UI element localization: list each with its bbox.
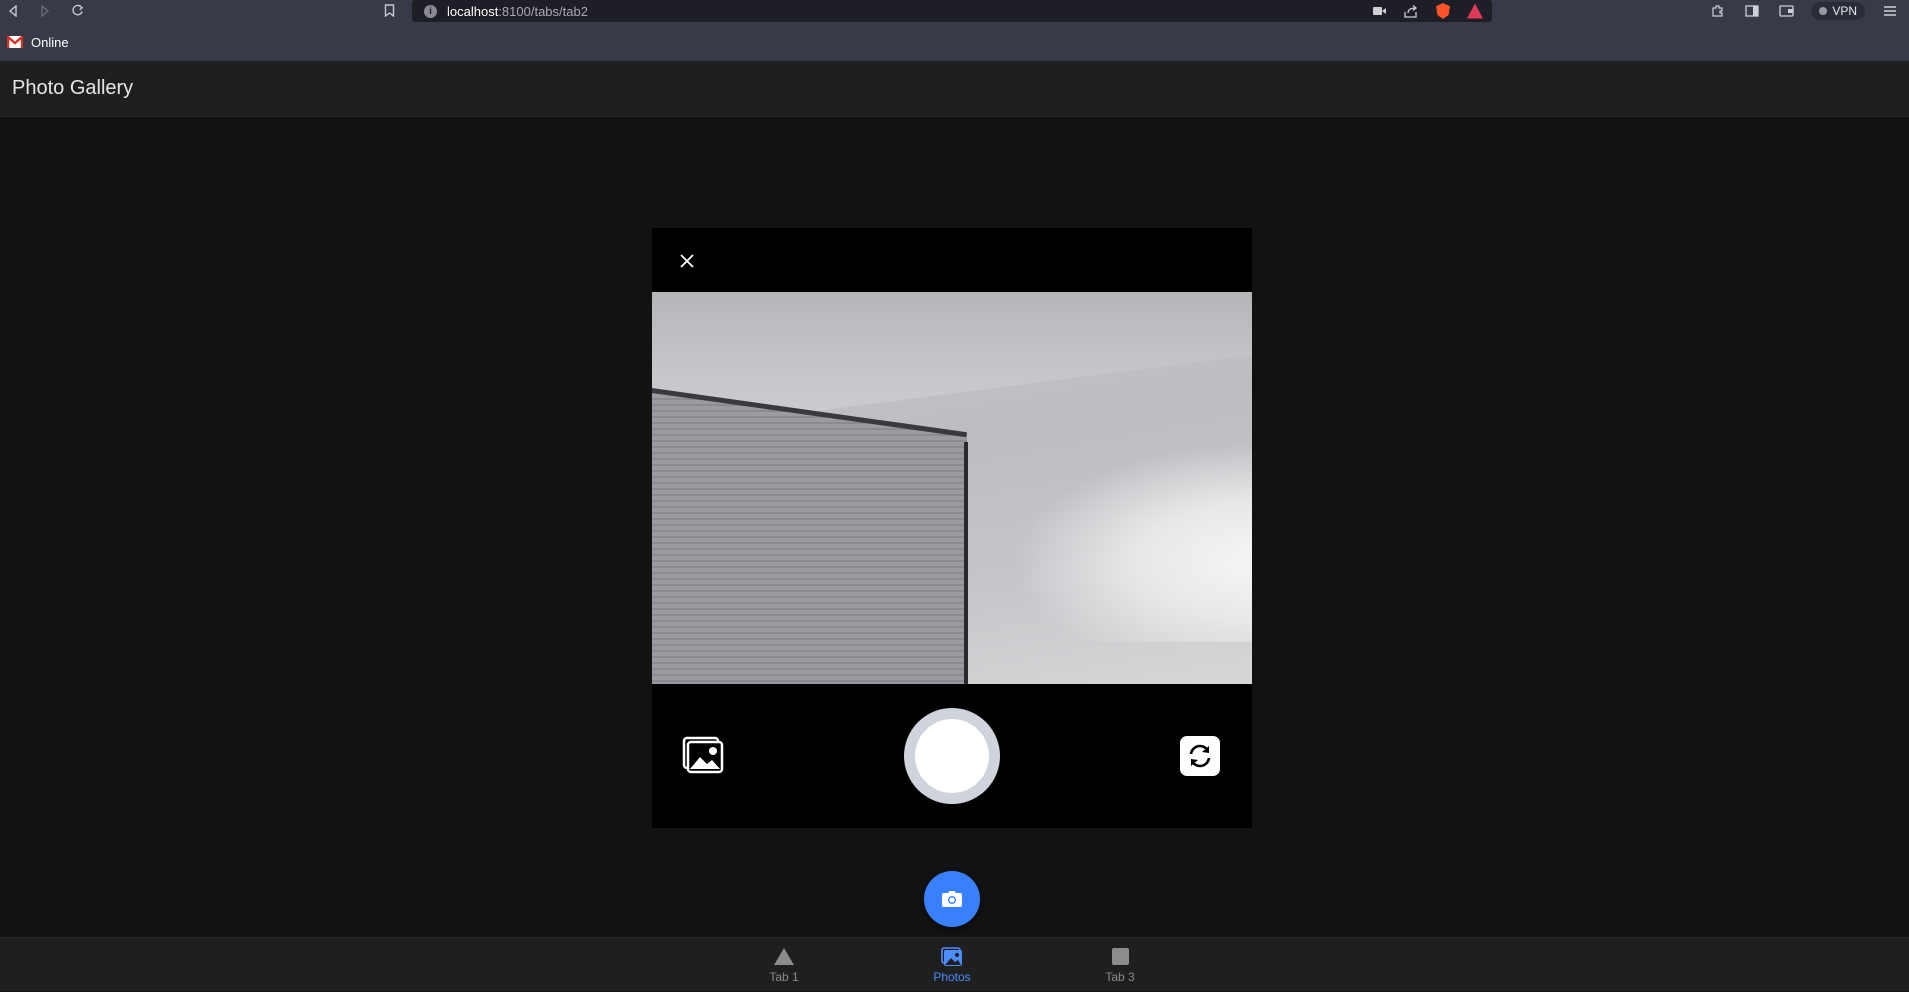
brave-rewards-icon[interactable] xyxy=(1466,2,1484,20)
preview-light xyxy=(1012,442,1252,642)
bookmark-button[interactable] xyxy=(378,0,400,21)
shutter-button[interactable] xyxy=(904,708,1000,804)
address-bar[interactable]: i localhost :8100/tabs/tab2 xyxy=(412,0,1492,22)
camera-in-use-icon[interactable] xyxy=(1370,2,1388,20)
tab-tab3[interactable]: Tab 3 xyxy=(1036,938,1204,992)
reload-icon xyxy=(71,4,83,16)
gallery-button[interactable] xyxy=(682,736,724,774)
square-icon xyxy=(1111,947,1129,967)
vpn-label: VPN xyxy=(1832,3,1857,18)
flip-camera-button[interactable] xyxy=(1180,736,1220,776)
reload-button[interactable] xyxy=(66,0,88,21)
photo-library-icon xyxy=(682,736,724,774)
close-button[interactable] xyxy=(672,246,702,276)
forward-icon xyxy=(41,4,50,17)
share-icon[interactable] xyxy=(1402,2,1420,20)
bookmark-icon xyxy=(384,4,394,17)
camera-controls xyxy=(652,684,1252,828)
tab-label: Photos xyxy=(933,969,971,984)
browser-right-icons: VPN xyxy=(1709,0,1899,21)
forward-button[interactable] xyxy=(34,0,56,21)
browser-nav-row: i localhost :8100/tabs/tab2 VPN xyxy=(0,0,1909,22)
tab-bar: Tab 1 Photos Tab 3 xyxy=(0,937,1909,991)
tab-photos[interactable]: Photos xyxy=(868,938,1036,992)
camera-preview xyxy=(652,292,1252,684)
shutter-inner xyxy=(915,719,989,793)
preview-blinds xyxy=(652,392,967,684)
url-path: :8100/tabs/tab2 xyxy=(498,3,588,19)
address-bar-icons xyxy=(1370,0,1484,22)
bookmark-online[interactable]: Online xyxy=(31,35,69,50)
close-icon xyxy=(680,254,694,268)
sidebar-icon[interactable] xyxy=(1743,2,1761,20)
bookmarks-bar: Online xyxy=(0,31,69,53)
back-icon xyxy=(8,4,17,17)
menu-icon[interactable] xyxy=(1881,2,1899,20)
tab-tab1[interactable]: Tab 1 xyxy=(700,938,868,992)
preview-blind-edge xyxy=(964,442,968,684)
vpn-button[interactable]: VPN xyxy=(1811,1,1865,20)
wallet-icon[interactable] xyxy=(1777,2,1795,20)
site-info-icon[interactable]: i xyxy=(424,4,437,18)
gmail-icon xyxy=(7,36,23,48)
back-button[interactable] xyxy=(2,0,24,21)
tab-label: Tab 3 xyxy=(1105,969,1135,984)
triangle-icon xyxy=(774,947,794,967)
app-toolbar: Photo Gallery xyxy=(0,61,1909,117)
brave-shields-icon[interactable] xyxy=(1434,2,1452,20)
browser-toolbar: i localhost :8100/tabs/tab2 VPN Online xyxy=(0,0,1909,61)
tab-label: Tab 1 xyxy=(769,969,799,984)
take-photo-fab[interactable] xyxy=(924,871,980,927)
page-title: Photo Gallery xyxy=(12,77,134,99)
extensions-icon[interactable] xyxy=(1709,2,1727,20)
camera-modal xyxy=(652,228,1252,828)
camera-icon xyxy=(942,891,962,907)
vpn-status-icon xyxy=(1819,6,1828,15)
images-icon xyxy=(941,946,963,967)
url-host: localhost xyxy=(447,3,499,19)
flip-camera-icon xyxy=(1189,744,1211,768)
